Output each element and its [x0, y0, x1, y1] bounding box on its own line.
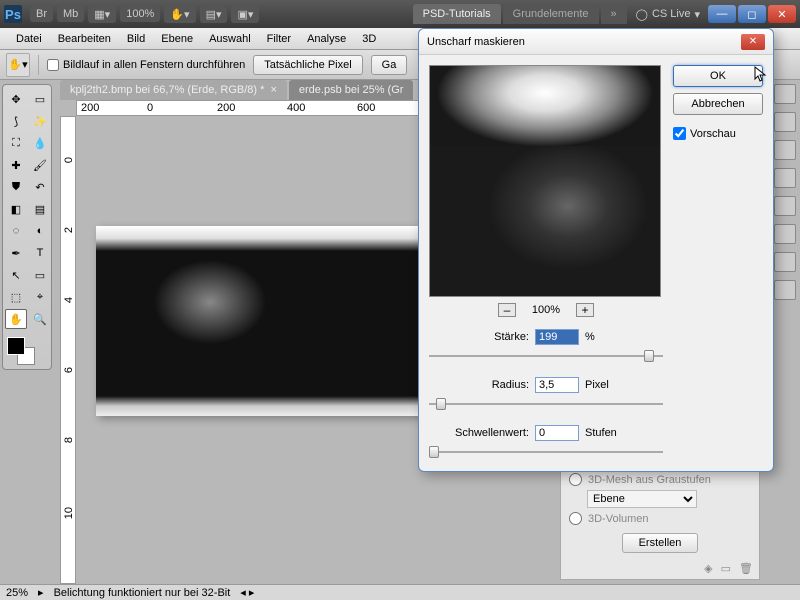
- threshold-input[interactable]: [535, 425, 579, 441]
- strength-slider[interactable]: [429, 347, 663, 365]
- scroll-all-checkbox[interactable]: Bildlauf in allen Fenstern durchführen: [47, 59, 245, 71]
- trash-icon[interactable]: 🗑: [739, 562, 753, 575]
- dock-channels-icon[interactable]: [774, 224, 796, 244]
- app-icon: Ps: [4, 5, 22, 23]
- app-titlebar: Ps Br Mb ▦▾ 100% ✋▾ ▤▾ ▣▾ PSD-Tutorials …: [0, 0, 800, 28]
- menu-ebene[interactable]: Ebene: [153, 30, 201, 48]
- workspace-more[interactable]: »: [601, 4, 627, 24]
- bridge-button[interactable]: Br: [30, 6, 53, 22]
- cs-live[interactable]: ◯CS Live▾: [636, 8, 700, 21]
- shape-tool[interactable]: ▭: [29, 265, 51, 285]
- crop-tool[interactable]: ⛶: [5, 133, 27, 153]
- strength-input[interactable]: [535, 329, 579, 345]
- zoom-percent: 100%: [532, 304, 560, 316]
- dock-swatches-icon[interactable]: [774, 140, 796, 160]
- arrange-button[interactable]: ▤▾: [200, 6, 228, 23]
- menu-analyse[interactable]: Analyse: [299, 30, 354, 48]
- radius-slider[interactable]: [429, 395, 663, 413]
- close-icon[interactable]: ×: [270, 84, 276, 96]
- lasso-tool[interactable]: ⟆: [5, 111, 27, 131]
- panel-icon[interactable]: ▭: [721, 562, 731, 575]
- volume-radio[interactable]: [569, 512, 582, 525]
- 3d-tool[interactable]: ⬚: [5, 287, 27, 307]
- fit-button[interactable]: Ga: [371, 55, 408, 75]
- color-swatches[interactable]: [5, 335, 51, 365]
- dock-expand-icon[interactable]: [774, 84, 796, 104]
- window-maximize[interactable]: ◻: [738, 5, 766, 23]
- dock-adjust-icon[interactable]: [774, 168, 796, 188]
- heal-tool[interactable]: ✚: [5, 155, 27, 175]
- radius-label: Radius:: [429, 379, 529, 391]
- path-tool[interactable]: ↖: [5, 265, 27, 285]
- window-close[interactable]: ✕: [768, 5, 796, 23]
- dock-paths-icon[interactable]: [774, 252, 796, 272]
- right-dock: [774, 84, 798, 300]
- panel-icon[interactable]: ◈: [704, 562, 712, 575]
- preview-checkbox[interactable]: Vorschau: [673, 127, 763, 140]
- view-mode-button[interactable]: ▦▾: [88, 6, 116, 23]
- ruler-vertical: 0246810: [60, 116, 76, 584]
- actual-pixels-button[interactable]: Tatsächliche Pixel: [253, 55, 362, 75]
- threshold-label: Schwellenwert:: [429, 427, 529, 439]
- gradient-tool[interactable]: ▤: [29, 199, 51, 219]
- status-bar: 25% ▸ Belichtung funktioniert nur bei 32…: [0, 584, 800, 600]
- move-tool[interactable]: ✥: [5, 89, 27, 109]
- threshold-slider[interactable]: [429, 443, 663, 461]
- layer-select[interactable]: Ebene: [587, 490, 697, 508]
- cancel-button[interactable]: Abbrechen: [673, 93, 763, 115]
- hand-tool[interactable]: ✋: [5, 309, 27, 329]
- workspace-tab-grund[interactable]: Grundelemente: [503, 4, 599, 24]
- dock-layers-icon[interactable]: [774, 196, 796, 216]
- unsharp-mask-dialog: Unscharf maskieren ✕ – 100% + Stärke:% R…: [418, 28, 774, 472]
- menu-datei[interactable]: Datei: [8, 30, 50, 48]
- status-zoom[interactable]: 25%: [6, 587, 28, 599]
- menu-3d[interactable]: 3D: [354, 30, 384, 48]
- pen-tool[interactable]: ✒: [5, 243, 27, 263]
- strength-label: Stärke:: [429, 331, 529, 343]
- radius-input[interactable]: [535, 377, 579, 393]
- menu-auswahl[interactable]: Auswahl: [201, 30, 259, 48]
- mb-button[interactable]: Mb: [57, 6, 84, 22]
- camera-tool[interactable]: ⌖: [29, 287, 51, 307]
- menu-bearbeiten[interactable]: Bearbeiten: [50, 30, 119, 48]
- ok-button[interactable]: OK: [673, 65, 763, 87]
- dock-history-icon[interactable]: [774, 280, 796, 300]
- dialog-close-button[interactable]: ✕: [741, 34, 765, 50]
- 3d-panel: 3D-Mesh aus Graustufen Ebene 3D-Volumen …: [560, 460, 760, 580]
- dodge-tool[interactable]: ◐: [29, 221, 51, 241]
- current-tool-icon[interactable]: ✋▾: [6, 53, 30, 77]
- wand-tool[interactable]: ✨: [29, 111, 51, 131]
- doc-tab-2[interactable]: erde.psb bei 25% (Gr: [289, 80, 414, 100]
- doc-tab-1[interactable]: kplj2th2.bmp bei 66,7% (Erde, RGB/8) *×: [60, 80, 287, 100]
- zoom-out-button[interactable]: –: [498, 303, 516, 317]
- eyedropper-tool[interactable]: 💧: [29, 133, 51, 153]
- menu-bild[interactable]: Bild: [119, 30, 153, 48]
- type-tool[interactable]: T: [29, 243, 51, 263]
- dialog-titlebar[interactable]: Unscharf maskieren ✕: [419, 29, 773, 55]
- status-message: Belichtung funktioniert nur bei 32-Bit: [54, 587, 231, 599]
- marquee-tool[interactable]: ▭: [29, 89, 51, 109]
- brush-tool[interactable]: 🖌: [29, 155, 51, 175]
- blur-tool[interactable]: ◌: [5, 221, 27, 241]
- toolbox: ✥ ▭ ⟆ ✨ ⛶ 💧 ✚ 🖌 ⛊ ↶ ◧ ▤ ◌ ◐ ✒ T ↖ ▭ ⬚ ⌖ …: [2, 84, 52, 370]
- eraser-tool[interactable]: ◧: [5, 199, 27, 219]
- history-brush-tool[interactable]: ↶: [29, 177, 51, 197]
- workspace-tab-psd[interactable]: PSD-Tutorials: [413, 4, 501, 24]
- window-minimize[interactable]: —: [708, 5, 736, 23]
- zoom-tool[interactable]: 🔍: [29, 309, 51, 329]
- dock-color-icon[interactable]: [774, 112, 796, 132]
- stamp-tool[interactable]: ⛊: [5, 177, 27, 197]
- preview-image[interactable]: [429, 65, 661, 297]
- screen-mode-button[interactable]: ▣▾: [231, 6, 259, 23]
- zoom-level[interactable]: 100%: [120, 6, 160, 22]
- menu-filter[interactable]: Filter: [259, 30, 299, 48]
- zoom-in-button[interactable]: +: [576, 303, 594, 317]
- hand-shortcut[interactable]: ✋▾: [164, 6, 195, 23]
- dialog-title-text: Unscharf maskieren: [427, 36, 525, 48]
- create-button[interactable]: Erstellen: [622, 533, 699, 553]
- mesh-radio[interactable]: [569, 473, 582, 486]
